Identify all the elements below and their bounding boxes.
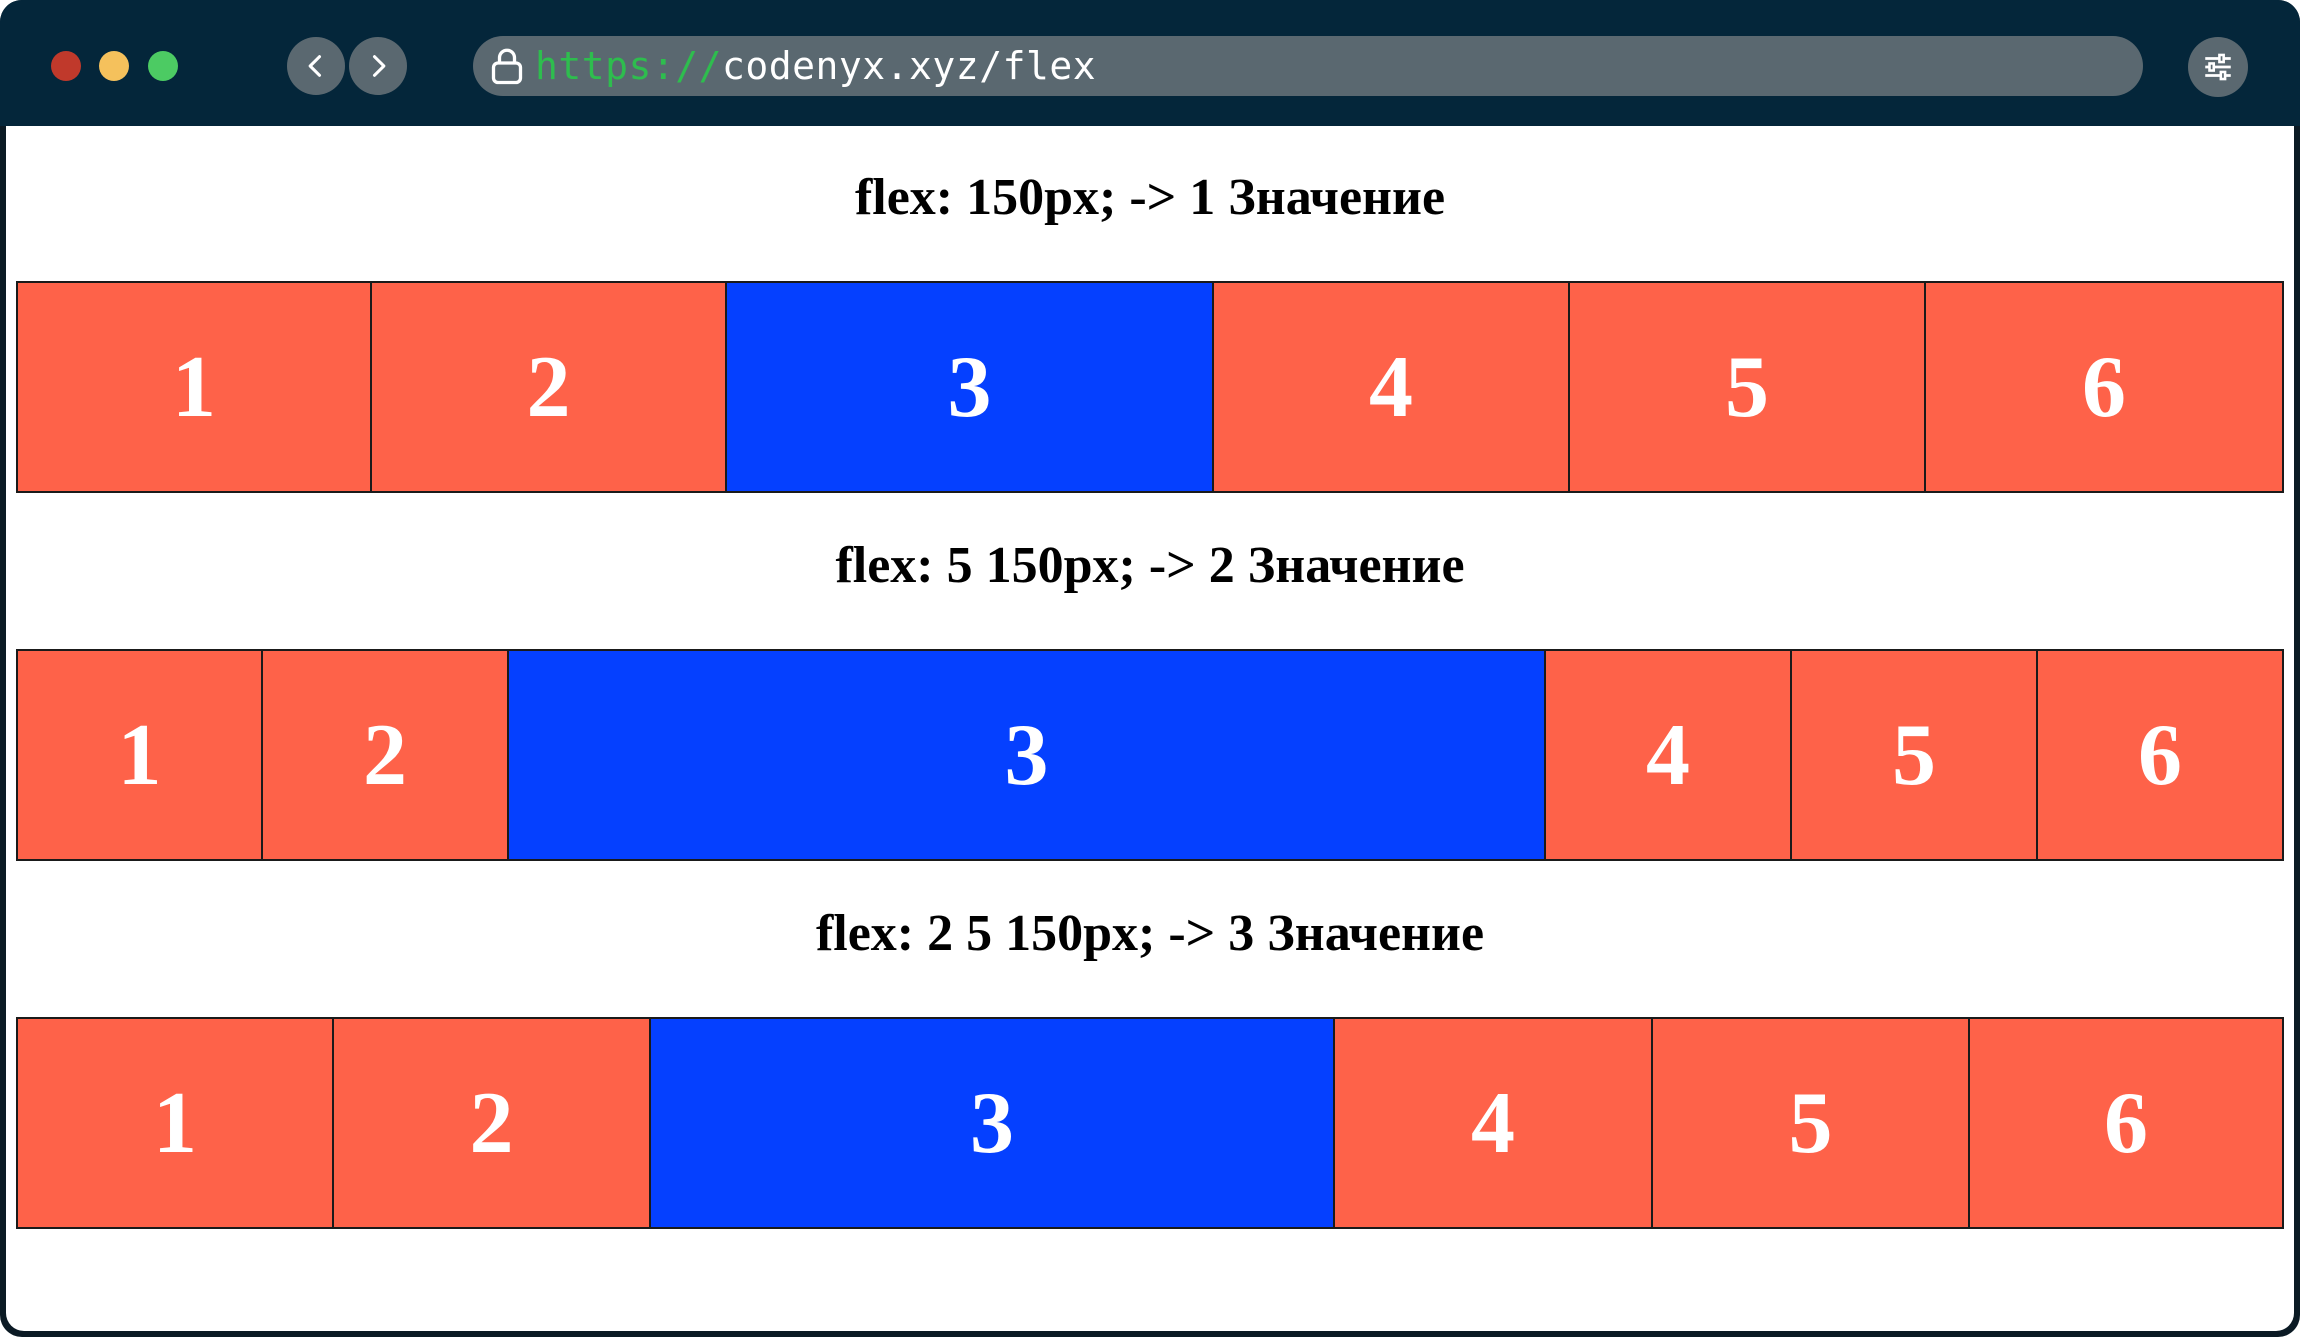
section-heading: flex: 5 150px; -> 2 Значение bbox=[835, 537, 1465, 594]
maximize-window-button[interactable] bbox=[148, 51, 178, 81]
url-protocol: https:// bbox=[535, 44, 723, 88]
minimize-window-button[interactable] bbox=[99, 51, 129, 81]
url-host: codenyx.xyz/flex bbox=[722, 44, 1097, 88]
chevron-left-icon bbox=[308, 55, 322, 77]
address-bar[interactable]: https://codenyx.xyz/flex bbox=[473, 36, 2143, 96]
flex-item-highlighted: 3 bbox=[649, 1017, 1335, 1229]
flex-item: 4 bbox=[1544, 649, 1792, 861]
settings-menu-button[interactable] bbox=[2188, 37, 2248, 97]
flex-item-highlighted: 3 bbox=[507, 649, 1546, 861]
browser-toolbar: https://codenyx.xyz/flex bbox=[0, 0, 2300, 126]
flex-item: 6 bbox=[1924, 281, 2284, 493]
flex-container: 1 2 3 4 5 6 bbox=[16, 649, 2284, 861]
flex-item: 2 bbox=[370, 281, 727, 493]
flex-item: 1 bbox=[16, 281, 372, 493]
flex-item: 2 bbox=[332, 1017, 651, 1229]
section-heading: flex: 2 5 150px; -> 3 Значение bbox=[815, 905, 1485, 962]
flex-item: 6 bbox=[1968, 1017, 2284, 1229]
section-heading: flex: 150px; -> 1 Значение bbox=[854, 169, 1446, 226]
forward-button[interactable] bbox=[349, 37, 407, 95]
chevron-right-icon bbox=[372, 55, 386, 77]
flex-item: 2 bbox=[261, 649, 509, 861]
sliders-icon bbox=[2205, 53, 2231, 81]
flex-item: 4 bbox=[1333, 1017, 1653, 1229]
flex-item: 5 bbox=[1651, 1017, 1970, 1229]
flex-container: 1 2 3 4 5 6 bbox=[16, 281, 2284, 493]
lock-icon bbox=[487, 44, 527, 88]
flex-item: 4 bbox=[1212, 281, 1570, 493]
browser-window: https://codenyx.xyz/flex flex: 150px; ->… bbox=[0, 0, 2300, 1337]
flex-item: 6 bbox=[2036, 649, 2284, 861]
flex-container: 1 2 3 4 5 6 bbox=[16, 1017, 2284, 1229]
flex-item: 1 bbox=[16, 1017, 334, 1229]
back-button[interactable] bbox=[287, 37, 345, 95]
flex-item: 1 bbox=[16, 649, 263, 861]
flex-item: 5 bbox=[1790, 649, 2038, 861]
url-text: https://codenyx.xyz/flex bbox=[535, 44, 1096, 88]
page-content: flex: 150px; -> 1 Значение 1 2 3 4 5 6 f… bbox=[6, 126, 2294, 1331]
close-window-button[interactable] bbox=[51, 51, 81, 81]
flex-item: 5 bbox=[1568, 281, 1926, 493]
flex-item-highlighted: 3 bbox=[725, 281, 1214, 493]
